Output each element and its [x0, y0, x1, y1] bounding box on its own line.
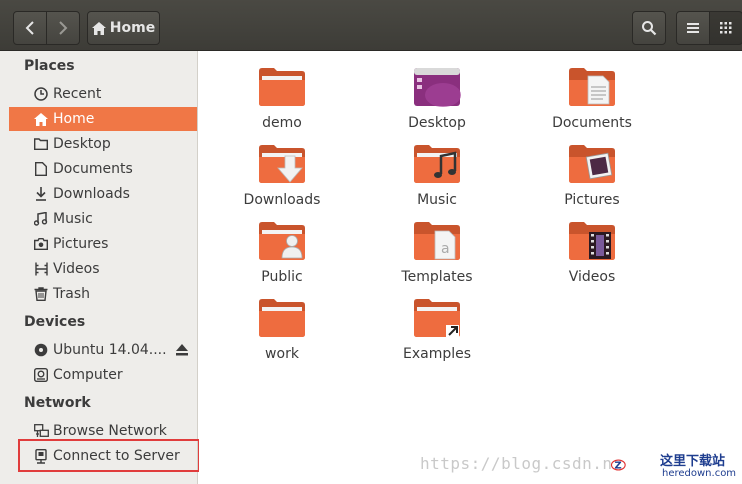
back-arrow-icon — [25, 21, 34, 35]
file-label: Public — [261, 269, 303, 285]
symlink-folder-icon — [414, 299, 460, 337]
folder-icon — [33, 136, 49, 152]
devices-heading: Devices — [24, 314, 86, 330]
sidebar-item-label: Trash — [53, 286, 90, 302]
view-mode-buttons — [676, 11, 742, 45]
clock-icon — [33, 86, 49, 102]
home-icon — [91, 21, 106, 35]
sidebar-item-label: Music — [53, 211, 93, 227]
sidebar: Places Recent Home Desktop Documents Dow… — [0, 51, 198, 484]
document-icon — [33, 161, 49, 177]
folder-public[interactable]: Public — [227, 221, 337, 285]
folder-downloads[interactable]: Downloads — [227, 144, 337, 208]
folder-icon — [259, 68, 305, 106]
folder-pictures[interactable]: Pictures — [537, 144, 647, 208]
sidebar-item-documents[interactable]: Documents — [9, 157, 197, 181]
sidebar-item-label: Computer — [53, 367, 123, 383]
file-label: Downloads — [243, 192, 321, 208]
sidebar-item-music[interactable]: Music — [9, 207, 197, 231]
sidebar-item-videos[interactable]: Videos — [9, 257, 197, 281]
sidebar-item-desktop[interactable]: Desktop — [9, 132, 197, 156]
list-view-button[interactable] — [676, 11, 710, 45]
sidebar-item-pictures[interactable]: Pictures — [9, 232, 197, 256]
documents-folder-icon — [569, 68, 615, 106]
file-label: Desktop — [408, 115, 466, 131]
file-label: demo — [262, 115, 302, 131]
file-label: Pictures — [564, 192, 620, 208]
folder-demo[interactable]: demo — [227, 67, 337, 131]
file-label: Music — [417, 192, 457, 208]
sidebar-item-label: Documents — [53, 161, 133, 177]
film-icon — [33, 261, 49, 277]
home-icon — [33, 111, 49, 127]
search-button[interactable] — [632, 11, 666, 45]
sidebar-item-home[interactable]: Home — [9, 107, 197, 131]
sidebar-item-label: Videos — [53, 261, 100, 277]
file-label: Examples — [402, 346, 472, 362]
highlight-annotation-box — [18, 439, 200, 472]
file-label: work — [265, 346, 299, 362]
url-watermark: https://blog.csdn.n — [420, 454, 613, 473]
pictures-folder-icon — [569, 145, 615, 183]
sidebar-item-label: Downloads — [53, 186, 130, 202]
file-grid: demo Desktop Documents Downloads Music P… — [199, 51, 742, 484]
svg-text:a: a — [441, 241, 450, 257]
sidebar-item-label: Desktop — [53, 136, 111, 152]
logo-subtitle: heredown.com — [662, 468, 737, 479]
folder-videos[interactable]: Videos — [537, 221, 647, 285]
folder-music[interactable]: Music — [382, 144, 492, 208]
logo-title: 这里下载站 — [660, 454, 726, 469]
navigation-buttons — [13, 11, 81, 45]
forward-arrow-icon — [59, 21, 68, 35]
network-icon — [33, 423, 49, 439]
sidebar-item-computer[interactable]: Computer — [9, 363, 197, 387]
sidebar-item-label: Recent — [53, 86, 102, 102]
templates-folder-icon: a — [414, 222, 460, 260]
places-heading: Places — [24, 58, 75, 74]
eject-icon[interactable] — [175, 343, 189, 357]
file-label: Documents — [552, 115, 632, 131]
folder-examples[interactable]: Examples — [382, 298, 492, 362]
folder-work[interactable]: work — [227, 298, 337, 362]
folder-icon — [259, 299, 305, 337]
camera-icon — [33, 236, 49, 252]
sidebar-item-label: Ubuntu 14.04.... — [53, 342, 167, 358]
list-view-icon — [687, 23, 699, 33]
sidebar-item-recent[interactable]: Recent — [9, 82, 197, 106]
sidebar-item-downloads[interactable]: Downloads — [9, 182, 197, 206]
forward-button[interactable] — [46, 11, 80, 45]
path-label: Home — [109, 20, 156, 36]
desktop-folder-icon — [414, 68, 461, 107]
grid-view-button[interactable] — [709, 11, 742, 45]
header-bar: Home — [0, 0, 742, 51]
network-heading: Network — [24, 395, 91, 411]
downloads-folder-icon — [259, 145, 305, 183]
music-folder-icon — [414, 145, 460, 183]
sidebar-item-label: Home — [53, 111, 95, 127]
trash-icon — [33, 286, 49, 302]
grid-view-icon — [720, 22, 732, 34]
file-label: Videos — [568, 269, 616, 285]
download-icon — [33, 186, 49, 202]
sidebar-item-label: Pictures — [53, 236, 109, 252]
sidebar-item-trash[interactable]: Trash — [9, 282, 197, 306]
public-folder-icon — [259, 222, 305, 260]
site-logo: Z — [610, 459, 626, 471]
file-label: Templates — [401, 269, 473, 285]
music-icon — [33, 211, 49, 227]
path-home-button[interactable]: Home — [87, 11, 160, 45]
disc-icon — [33, 342, 49, 358]
drive-icon — [33, 367, 49, 383]
videos-folder-icon — [569, 222, 615, 260]
sidebar-item-label: Browse Network — [53, 423, 167, 439]
sidebar-item-ubuntu-disc[interactable]: Ubuntu 14.04.... — [9, 338, 197, 362]
search-icon — [642, 21, 657, 36]
folder-templates[interactable]: a Templates — [382, 221, 492, 285]
svg-text:Z: Z — [615, 460, 622, 471]
back-button[interactable] — [13, 11, 47, 45]
folder-documents[interactable]: Documents — [537, 67, 647, 131]
folder-desktop[interactable]: Desktop — [382, 67, 492, 131]
